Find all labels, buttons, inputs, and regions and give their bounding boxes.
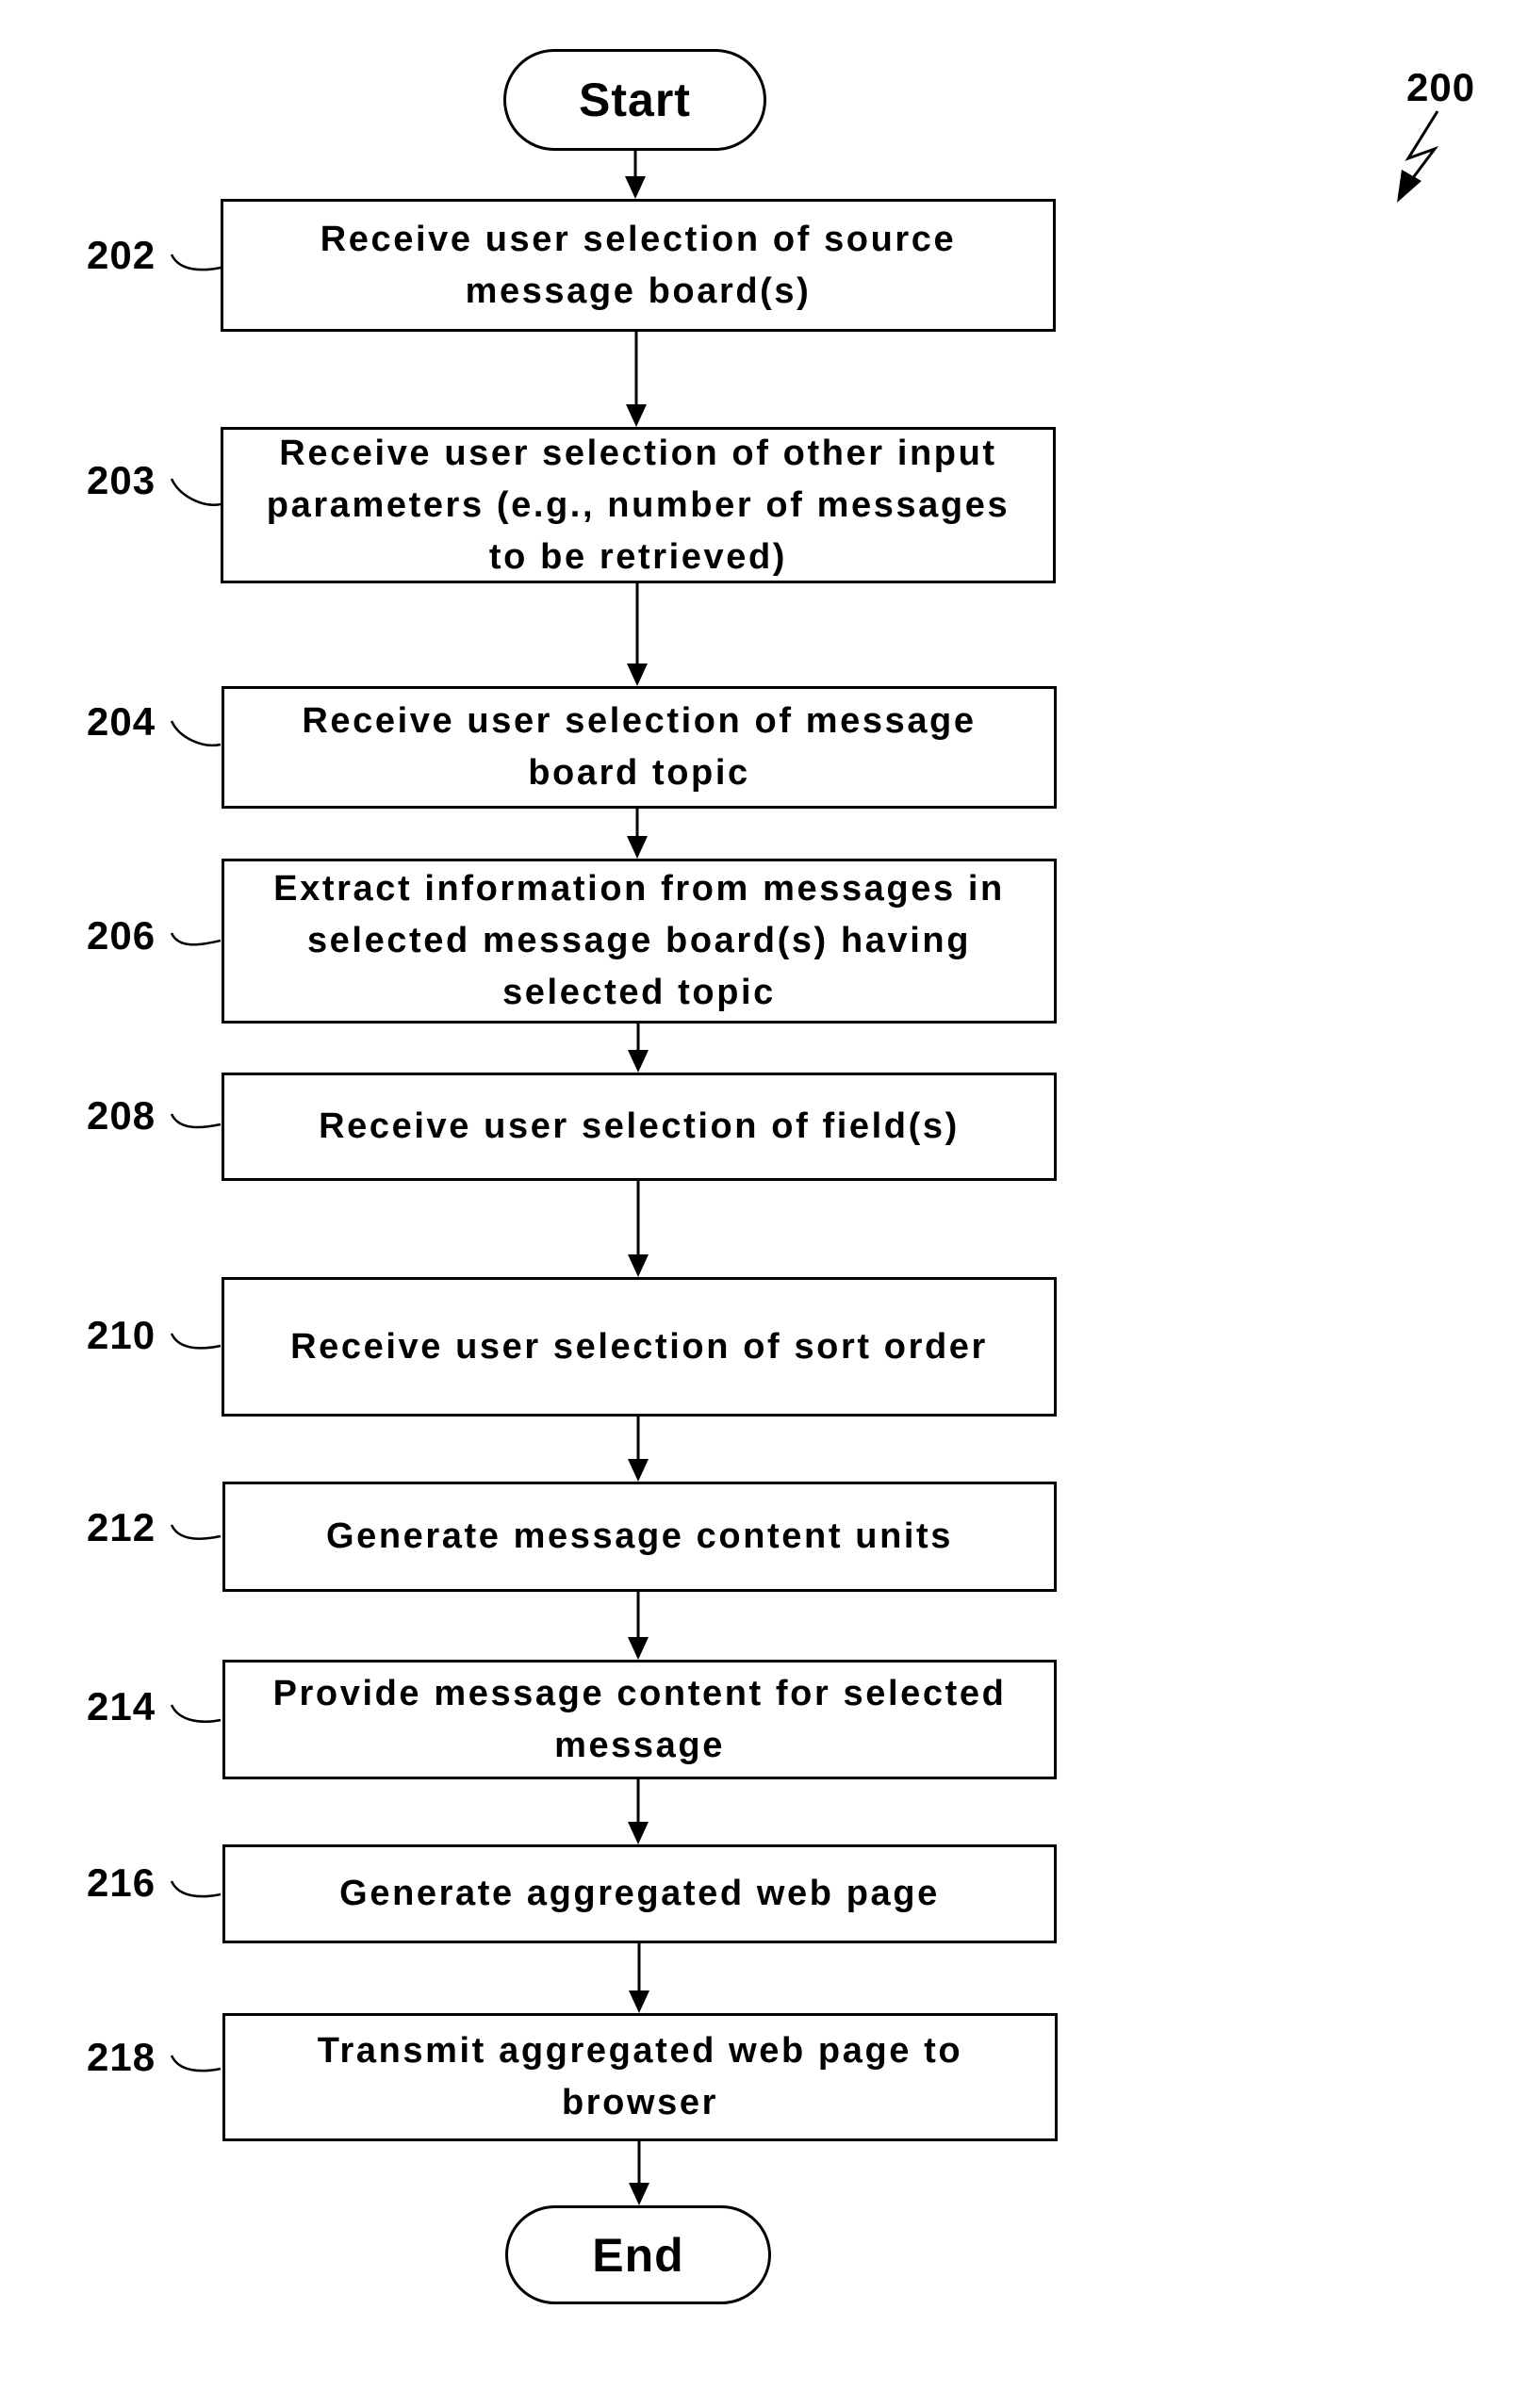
ref-label-216: 216: [87, 1860, 156, 1905]
step-box-210: Receive user selection of sort order: [222, 1277, 1057, 1417]
step-box-214: Provide message content for selected mes…: [222, 1660, 1057, 1779]
step-214-line: message: [554, 1725, 725, 1765]
leader-curve-204: [170, 720, 222, 747]
ref-label-208: 208: [87, 1093, 156, 1138]
step-204-line: Receive user selection of message: [302, 701, 977, 741]
leader-curve-202: [170, 254, 222, 271]
leader-curve-216: [170, 1880, 222, 1898]
ref-label-203: 203: [87, 458, 156, 502]
step-box-202: Receive user selection of source message…: [221, 199, 1056, 332]
step-box-216: Generate aggregated web page: [222, 1844, 1057, 1943]
flow-arrowhead: [625, 176, 646, 199]
step-218-line: Transmit aggregated web page to: [317, 2031, 963, 2071]
ref-label-204: 204: [87, 699, 156, 744]
end-label: End: [592, 2228, 684, 2282]
step-212-line: Generate message content units: [325, 1516, 954, 1556]
figure-numeral-arrow-line: [1405, 110, 1439, 188]
leader-curve-212: [170, 1524, 222, 1540]
start-label: Start: [579, 74, 691, 126]
step-203-line: parameters (e.g., number of messages: [266, 484, 1010, 525]
ref-label-206: 206: [87, 913, 156, 958]
step-204-line: board topic: [528, 753, 750, 793]
step-206-line: selected topic: [502, 973, 776, 1012]
flow-arrowhead: [628, 1459, 649, 1482]
step-208-line: Receive user selection of field(s): [319, 1106, 960, 1146]
step-210-line: Receive user selection of sort order: [290, 1326, 988, 1367]
figure-numeral-arrowhead: [1397, 170, 1421, 203]
flow-arrowhead: [627, 836, 648, 859]
step-203-line: Receive user selection of other input: [279, 433, 997, 473]
step-206-line: selected message board(s) having: [306, 921, 972, 960]
leader-curve-214: [170, 1704, 222, 1723]
step-218-line: browser: [561, 2083, 719, 2122]
leader-curve-206: [170, 932, 222, 946]
ref-label-210: 210: [87, 1313, 156, 1357]
flow-arrowhead: [626, 404, 647, 427]
end-terminal: End: [505, 2205, 771, 2304]
flow-arrowhead: [629, 2183, 649, 2205]
leader-curve-218: [170, 2055, 222, 2072]
step-box-212: Generate message content units: [222, 1482, 1057, 1592]
flow-arrowhead: [627, 663, 648, 686]
step-box-218: Transmit aggregated web page to browser: [222, 2013, 1058, 2141]
start-terminal: Start: [503, 49, 766, 151]
step-box-203: Receive user selection of other input pa…: [221, 427, 1056, 583]
flow-arrowhead: [628, 1637, 649, 1660]
step-203-line: to be retrieved): [488, 536, 788, 577]
leader-curve-210: [170, 1333, 222, 1350]
figure-reference-numeral: 200: [1406, 65, 1476, 109]
leader-curve-208: [170, 1113, 222, 1129]
flow-arrowhead: [629, 1990, 649, 2013]
ref-label-214: 214: [87, 1684, 156, 1728]
step-box-206: Extract information from messages in sel…: [222, 859, 1057, 1024]
step-216-line: Generate aggregated web page: [339, 1874, 940, 1913]
flow-arrowhead: [628, 1822, 649, 1844]
step-202-line: Receive user selection of source: [320, 219, 957, 259]
step-202-line: message board(s): [465, 270, 812, 311]
flow-arrowhead: [628, 1050, 649, 1073]
step-box-208: Receive user selection of field(s): [222, 1073, 1057, 1181]
step-214-line: Provide message content for selected: [272, 1673, 1007, 1713]
step-206-line: Extract information from messages in: [273, 869, 1005, 909]
ref-label-218: 218: [87, 2035, 156, 2079]
ref-label-212: 212: [87, 1505, 156, 1549]
step-box-204: Receive user selection of message board …: [222, 686, 1057, 809]
flowchart-canvas: Start Receive user selection of source m…: [0, 0, 1528, 2408]
ref-label-202: 202: [87, 233, 156, 277]
flow-arrowhead: [628, 1254, 649, 1277]
leader-curve-203: [170, 478, 222, 506]
